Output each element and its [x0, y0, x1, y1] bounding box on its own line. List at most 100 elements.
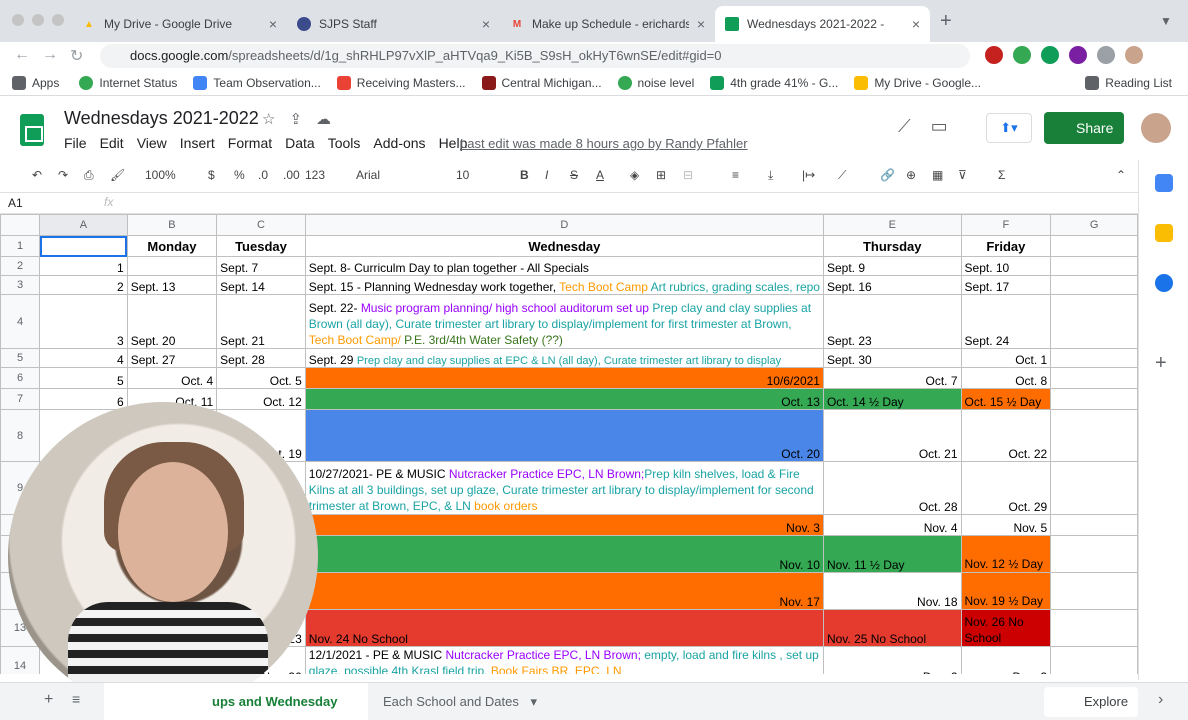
cell[interactable]: Sept. 30 — [822, 348, 962, 368]
url-field[interactable]: docs.google.com/spreadsheets/d/1g_shRHLP… — [100, 44, 970, 68]
chevron-right-icon[interactable]: › — [1158, 691, 1163, 709]
back-icon[interactable]: ← — [14, 46, 30, 64]
font-size-select[interactable]: 10 — [456, 168, 469, 182]
browser-tab-staff[interactable]: SJPS Staff × — [287, 6, 500, 42]
cell[interactable]: Sept. 17 — [960, 275, 1052, 295]
chart-icon[interactable]: ▦ — [932, 168, 943, 182]
zoom-select[interactable]: 100% — [145, 168, 176, 182]
cell[interactable]: 12/1/2021 - PE & MUSIC Nutcracker Practi… — [304, 646, 824, 674]
cell[interactable]: Sept. 15 - Planning Wednesday work toget… — [304, 275, 824, 295]
cell[interactable]: Wednesday — [304, 235, 824, 257]
menu-addons[interactable]: Add-ons — [373, 135, 425, 151]
bold-icon[interactable]: B — [520, 168, 529, 182]
cell[interactable]: Nov. 4 — [822, 514, 962, 536]
bookmark-apps[interactable]: Apps — [12, 75, 59, 90]
cell[interactable]: Sept. 20 — [126, 294, 218, 349]
row-number[interactable]: 6 — [0, 367, 41, 389]
collapse-toolbar-icon[interactable]: ⌃ — [1116, 168, 1126, 182]
currency-format-button[interactable]: $ — [208, 168, 215, 182]
move-folder-icon[interactable]: ⇪ — [289, 110, 302, 128]
cell[interactable]: Oct. 20 — [304, 409, 824, 462]
row-number[interactable]: 2 — [0, 256, 41, 276]
tab-sheet-wednesday[interactable]: ups and Wednesday ▾ — [104, 683, 368, 720]
cell[interactable]: Nov. 17 — [304, 572, 824, 610]
cell[interactable]: Nov. 25 No School — [822, 609, 962, 647]
menu-tools[interactable]: Tools — [328, 135, 361, 151]
column-header[interactable]: D — [304, 214, 824, 236]
cell[interactable]: Sept. 29 Prep clay and clay supplies at … — [304, 348, 824, 368]
cell[interactable]: Sept. 10 — [960, 256, 1052, 276]
forward-icon[interactable]: → — [42, 46, 58, 64]
close-icon[interactable]: × — [697, 16, 705, 32]
cell[interactable]: Sept. 28 — [216, 348, 306, 368]
cell[interactable] — [1050, 461, 1138, 515]
share-button[interactable]: Share — [1044, 112, 1124, 144]
cell[interactable]: 1 — [39, 256, 128, 276]
star-icon[interactable]: ☆ — [262, 110, 275, 128]
cell[interactable]: Oct. 7 — [822, 367, 962, 389]
browser-tab-gmail[interactable]: M Make up Schedule - erichards@ × — [500, 6, 715, 42]
cell[interactable]: Dec. 3 — [960, 646, 1052, 674]
cell[interactable]: Oct. 21 — [822, 409, 962, 462]
reading-list[interactable]: Reading List — [1085, 75, 1172, 90]
cell[interactable] — [1050, 572, 1138, 610]
cell[interactable] — [1050, 367, 1138, 389]
cell[interactable]: Friday — [960, 235, 1052, 257]
cell[interactable]: 6 — [39, 388, 128, 410]
tab-sheet-each-school[interactable]: Each School and Dates ▾ — [369, 683, 551, 720]
cell[interactable]: Sept. 24 — [960, 294, 1052, 349]
cell[interactable]: Oct. 5 — [216, 367, 306, 389]
cell[interactable]: Sept. 22- Music program planning/ high s… — [304, 294, 824, 349]
add-sheet-icon[interactable]: + — [44, 691, 53, 709]
calendar-icon[interactable] — [1155, 174, 1173, 192]
window-controls[interactable] — [12, 14, 64, 26]
cell[interactable]: Nov. 3 — [304, 514, 824, 536]
redo-icon[interactable]: ↷ — [58, 168, 68, 182]
cell[interactable]: Nov. 5 — [960, 514, 1052, 536]
cell[interactable]: Monday — [126, 235, 218, 257]
cell[interactable]: 4 — [39, 348, 128, 368]
sheets-logo-icon[interactable] — [20, 114, 44, 146]
align-horizontal-icon[interactable]: ≡ — [732, 168, 739, 182]
fill-color-icon[interactable]: ◈ — [630, 168, 639, 182]
cell[interactable]: Oct. 22 — [960, 409, 1052, 462]
cell[interactable] — [1050, 646, 1138, 674]
cell[interactable] — [1050, 388, 1138, 410]
bookmark-item[interactable]: Internet Status — [79, 75, 177, 90]
cell[interactable]: Nov. 19 ½ Day — [960, 572, 1052, 610]
cell[interactable] — [1050, 256, 1138, 276]
formula-input[interactable] — [130, 193, 1130, 213]
cell[interactable]: Sept. 16 — [822, 275, 962, 295]
select-all-corner[interactable] — [0, 214, 41, 236]
extension-icon[interactable] — [1013, 46, 1031, 64]
column-header[interactable]: G — [1050, 214, 1138, 236]
new-tab-icon[interactable]: + — [940, 10, 952, 33]
cell[interactable]: Sept. 21 — [216, 294, 306, 349]
close-icon[interactable]: × — [269, 16, 277, 32]
row-number[interactable]: 8 — [0, 409, 41, 462]
cell[interactable]: Oct. 4 — [126, 367, 218, 389]
cell[interactable]: Nov. 10 — [304, 535, 824, 573]
cell[interactable]: Sept. 27 — [126, 348, 218, 368]
doc-title[interactable]: Wednesdays 2021-2022 — [64, 108, 259, 129]
column-header[interactable]: F — [960, 214, 1052, 236]
cell[interactable]: Oct. 8 — [960, 367, 1052, 389]
cell[interactable] — [1050, 535, 1138, 573]
column-header[interactable]: A — [39, 214, 128, 236]
bookmark-item[interactable]: 4th grade 41% - G... — [710, 75, 838, 90]
name-box[interactable]: A1 — [8, 196, 23, 210]
cell[interactable] — [1050, 275, 1138, 295]
cell[interactable]: Dec. 2 — [822, 646, 962, 674]
cell[interactable]: Thursday — [822, 235, 962, 257]
menu-file[interactable]: File — [64, 135, 87, 151]
cell[interactable]: 5 — [39, 367, 128, 389]
explore-button[interactable]: Explore — [1044, 687, 1138, 717]
cell[interactable] — [1050, 514, 1138, 536]
cell[interactable] — [1050, 235, 1138, 257]
cell[interactable]: Sept. 8- Curriculm Day to plan together … — [304, 256, 824, 276]
decrease-decimal-button[interactable]: .0 — [258, 168, 268, 182]
cell[interactable]: 10/27/2021- PE & MUSIC Nutcracker Practi… — [304, 461, 824, 515]
cell[interactable]: Nov. 24 No School — [304, 609, 824, 647]
cell[interactable]: Sept. 13 — [126, 275, 218, 295]
font-select[interactable]: Arial — [356, 168, 380, 182]
